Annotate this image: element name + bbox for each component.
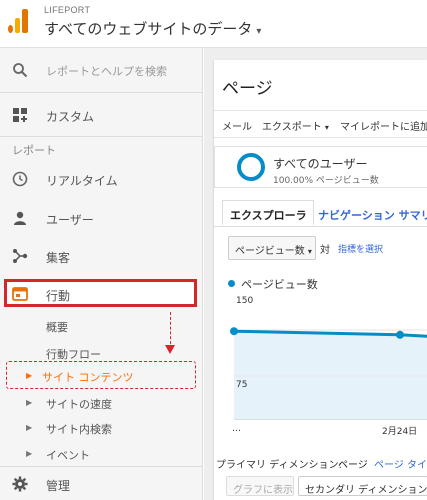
- sidebar-item-label: ユーザー: [46, 213, 94, 227]
- behavior-icon: [12, 286, 28, 306]
- primary-dimension-row: プライマリ ディメンション: ページ ページ タイト: [214, 452, 427, 472]
- x-tick-label: …: [232, 424, 241, 434]
- annotation-arrow-head: [165, 345, 175, 354]
- vs-label: 対: [320, 245, 330, 256]
- y-tick-label: 150: [236, 296, 254, 306]
- search-input[interactable]: レポートとヘルプを検索: [46, 63, 167, 79]
- person-icon: [12, 210, 28, 230]
- top-header: LIFEPORT すべてのウェブサイトのデータ ▾: [0, 0, 427, 48]
- sidebar-subitem-events[interactable]: ▶ イベント: [0, 443, 202, 465]
- report-card: ページ メール エクスポート ▾ マイレポートに追加 すべてのユーザー 100.…: [214, 60, 427, 500]
- sidebar-item-label: カスタム: [46, 110, 95, 124]
- expand-triangle-icon: ▶: [26, 398, 33, 407]
- sidebar-subitem-site-content[interactable]: ▶ サイト コンテンツ: [0, 365, 202, 387]
- legend-dot-icon: [228, 280, 235, 287]
- property-name: すべてのウェブサイトのデータ: [44, 20, 253, 38]
- tab-explorer[interactable]: エクスプローラ: [222, 200, 314, 226]
- acquisition-icon: [12, 248, 28, 268]
- chevron-down-icon: ▾: [324, 123, 329, 132]
- segment-ring-icon: [237, 153, 265, 181]
- reports-section-label: レポート: [12, 144, 56, 157]
- export-button[interactable]: エクスポート ▾: [262, 118, 329, 133]
- analytics-logo-icon: [8, 9, 28, 33]
- add-to-dashboard-button[interactable]: マイレポートに追加: [340, 118, 427, 133]
- chart-svg: [230, 327, 427, 421]
- secondary-dimension-label: セカンダリ ディメンション: [305, 485, 427, 496]
- primary-dimension-current: ページ: [338, 460, 368, 471]
- report-toolbar: メール エクスポート ▾ マイレポートに追加: [214, 110, 427, 138]
- main-panel: ページ メール エクスポート ▾ マイレポートに追加 すべてのユーザー 100.…: [204, 48, 427, 500]
- mail-button[interactable]: メール: [222, 118, 252, 133]
- divider: [0, 136, 202, 137]
- sidebar: レポートとヘルプを検索 カスタム レポート リアルタイム ユーザー 集客 行動 …: [0, 48, 203, 500]
- segment-card[interactable]: すべてのユーザー 100.00% ページビュー数: [214, 146, 427, 188]
- sidebar-subitem-label: 行動フロー: [46, 348, 101, 361]
- expand-triangle-icon: ▶: [26, 371, 33, 380]
- sidebar-subitem-label: イベント: [46, 449, 90, 462]
- report-search[interactable]: レポートとヘルプを検索: [0, 48, 202, 93]
- sidebar-item-admin[interactable]: 管理: [0, 466, 202, 500]
- tab-navigation-summary[interactable]: ナビゲーション サマリー: [318, 200, 427, 226]
- account-name: LIFEPORT: [44, 5, 91, 15]
- chevron-down-icon: ▾: [256, 26, 262, 37]
- secondary-dimension-dropdown[interactable]: セカンダリ ディメンション▾: [298, 476, 427, 496]
- sidebar-subitem-label: サイトの速度: [46, 398, 112, 411]
- select-metric-link[interactable]: 指標を選択: [338, 242, 383, 255]
- expand-triangle-icon: ▶: [26, 423, 33, 432]
- sidebar-item-label: 行動: [46, 289, 71, 303]
- search-icon: [12, 62, 28, 82]
- data-point[interactable]: [396, 330, 404, 339]
- export-label: エクスポート: [262, 122, 322, 133]
- sidebar-item-acquisition[interactable]: 集客: [0, 241, 202, 271]
- plot-rows-button[interactable]: グラフに表示: [226, 476, 294, 496]
- metric-selector[interactable]: ページビュー数 ▾: [228, 236, 316, 260]
- table-controls: グラフに表示 セカンダリ ディメンション▾: [214, 474, 427, 500]
- y-tick-label: 75: [236, 380, 248, 390]
- chevron-down-icon: ▾: [307, 247, 312, 256]
- metric-selector-label: ページビュー数: [235, 246, 305, 257]
- sidebar-item-realtime[interactable]: リアルタイム: [0, 164, 202, 194]
- pageviews-chart: 150 75: [214, 296, 427, 421]
- data-point[interactable]: [230, 327, 238, 336]
- segment-percentage: 100.00% ページビュー数: [273, 176, 379, 186]
- tab-divider: [214, 226, 427, 227]
- sidebar-subitem-site-search[interactable]: ▶ サイト内検索: [0, 417, 202, 439]
- sidebar-subitem-overview[interactable]: 概要: [0, 315, 202, 337]
- sidebar-item-customization[interactable]: カスタム: [0, 100, 202, 130]
- x-tick-label: 2月24日: [382, 427, 418, 437]
- primary-dimension-page-title-link[interactable]: ページ タイト: [374, 456, 427, 471]
- sidebar-item-label: リアルタイム: [46, 174, 118, 188]
- segment-name: すべてのユーザー: [273, 157, 368, 171]
- page-title: ページ: [222, 79, 273, 99]
- chart-legend-label: ページビュー数: [241, 278, 318, 291]
- dashboard-plus-icon: [12, 107, 28, 127]
- sidebar-subitem-label: 概要: [46, 321, 68, 334]
- sidebar-subitem-label: サイト内検索: [46, 423, 112, 436]
- sidebar-item-label: 集客: [46, 251, 71, 265]
- sidebar-item-label: 管理: [46, 479, 71, 493]
- gear-icon: [12, 476, 28, 496]
- sidebar-item-users[interactable]: ユーザー: [0, 203, 202, 233]
- property-selector[interactable]: すべてのウェブサイトのデータ ▾: [44, 18, 261, 39]
- sidebar-subitem-label: サイト コンテンツ: [42, 371, 134, 384]
- clock-icon: [12, 171, 28, 191]
- sidebar-item-behavior[interactable]: 行動: [0, 279, 202, 309]
- sidebar-subitem-site-speed[interactable]: ▶ サイトの速度: [0, 392, 202, 414]
- annotation-arrow-line: [170, 312, 171, 349]
- primary-dimension-label: プライマリ ディメンション:: [216, 460, 342, 471]
- expand-triangle-icon: ▶: [26, 449, 33, 458]
